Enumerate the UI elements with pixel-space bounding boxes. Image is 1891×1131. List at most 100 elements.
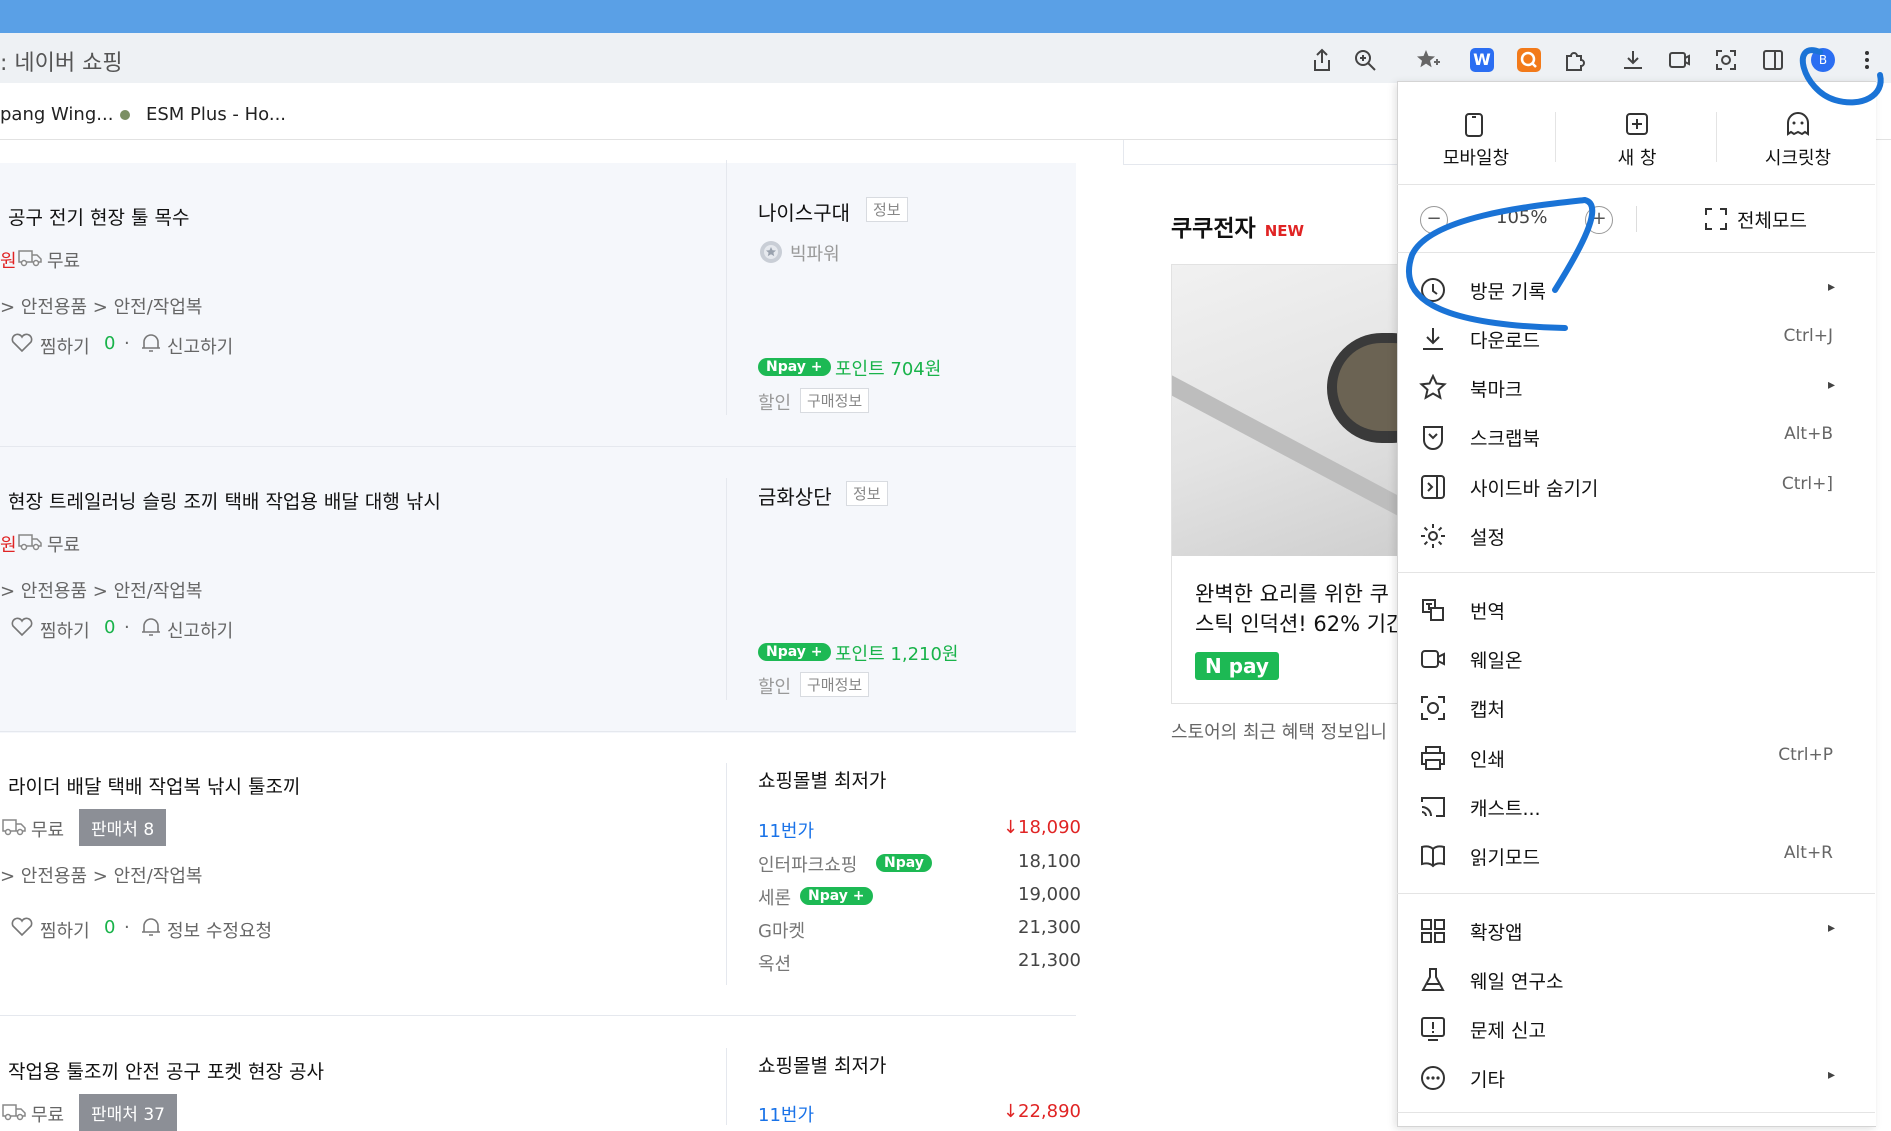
mall-name[interactable]: 세론 — [758, 884, 791, 910]
promo-text-line1: 완벽한 요리를 위한 쿠 — [1195, 582, 1389, 606]
address-bar[interactable] — [0, 33, 1891, 83]
mall-name[interactable]: 11번가 — [758, 817, 814, 843]
menu-item-extensions[interactable]: 확장앱 ▸ — [1397, 909, 1875, 953]
menu-item-report-issue[interactable]: 문제 신고 — [1397, 1007, 1875, 1051]
wish-label[interactable]: 찜하기 — [40, 917, 90, 943]
profile-avatar[interactable]: B — [1808, 45, 1838, 75]
mobile-window-icon[interactable] — [1462, 112, 1486, 142]
product-title[interactable]: 라이더 배달 택배 작업복 낚시 툴조끼 — [8, 772, 300, 799]
mall-name[interactable]: 옥션 — [758, 950, 791, 976]
product-title[interactable]: 공구 전기 현장 툴 목수 — [8, 203, 189, 230]
sidebar-toggle-icon[interactable] — [1758, 45, 1788, 75]
incognito-icon[interactable] — [1785, 112, 1811, 140]
menu-divider — [1397, 184, 1875, 185]
fullscreen-icon[interactable] — [1703, 206, 1729, 236]
report-icon — [1421, 1017, 1445, 1041]
menu-divider — [1716, 112, 1717, 162]
mall-price[interactable]: 21,300 — [1018, 917, 1081, 938]
menu-item-print[interactable]: 인쇄 Ctrl+P — [1397, 736, 1875, 780]
mall-price[interactable]: 22,890 — [1018, 1101, 1081, 1122]
menu-item-label: 캐스트... — [1470, 798, 1541, 820]
product-category[interactable]: > 안전용품 > 안전/작업복 — [0, 862, 202, 888]
zoom-in-icon[interactable] — [1350, 45, 1380, 75]
menu-item-shortcut: Alt+R — [1783, 843, 1833, 863]
heart-icon[interactable] — [10, 617, 34, 641]
menu-item-downloads[interactable]: 다운로드 Ctrl+J — [1397, 317, 1875, 361]
menu-item-settings[interactable]: 설정 — [1397, 514, 1875, 558]
menu-item-cast[interactable]: 캐스트... — [1397, 785, 1875, 829]
mall-price-header: 쇼핑몰별 최저가 — [758, 770, 887, 792]
report-link[interactable]: 신고하기 — [167, 617, 233, 643]
zoom-in-button[interactable]: + — [1585, 206, 1613, 234]
menu-item-label: 스크랩북 — [1470, 428, 1540, 450]
mall-price[interactable]: 21,300 — [1018, 950, 1081, 971]
price-fragment: 원 — [0, 251, 17, 272]
product-title[interactable]: 작업용 툴조끼 안전 공구 포켓 현장 공사 — [8, 1057, 324, 1084]
download-icon[interactable] — [1618, 45, 1648, 75]
menu-item-translate[interactable]: 번역 — [1397, 588, 1875, 632]
star-icon — [1419, 374, 1447, 400]
new-window-button[interactable]: 새 창 — [1598, 144, 1676, 170]
word-extension-icon[interactable]: W — [1467, 45, 1497, 75]
sellers-count-badge[interactable]: 판매처 8 — [79, 809, 167, 846]
bookmark-coupang-wing[interactable]: pang Wing... — [0, 104, 113, 125]
mall-name[interactable]: 인터파크쇼핑 — [758, 851, 857, 877]
menu-item-scrapbook[interactable]: 스크랩북 Alt+B — [1397, 415, 1875, 459]
promo-header[interactable]: 쿠쿠전자 NEW — [1171, 209, 1304, 243]
whale-on-icon[interactable] — [1664, 45, 1694, 75]
product-category[interactable]: > 안전용품 > 안전/작업복 — [0, 577, 202, 603]
mall-name[interactable]: 11번가 — [758, 1101, 814, 1127]
capture-icon[interactable] — [1711, 45, 1741, 75]
seller-name[interactable]: 금화상단 — [758, 481, 832, 510]
promo-product-image[interactable] — [1172, 265, 1401, 556]
sellers-count-badge[interactable]: 판매처 37 — [79, 1094, 177, 1131]
seller-info-tag[interactable]: 정보 — [846, 481, 888, 506]
bell-icon[interactable] — [140, 617, 162, 641]
menu-item-history[interactable]: 방문 기록 ▸ — [1397, 268, 1875, 312]
new-window-icon[interactable] — [1625, 112, 1649, 140]
promo-text-line2: 스틱 인덕션! 62% 기간 — [1195, 612, 1406, 636]
menu-item-whale-on[interactable]: 웨일온 — [1397, 637, 1875, 681]
menu-item-hide-sidebar[interactable]: 사이드바 숨기기 Ctrl+] — [1397, 465, 1875, 509]
zoom-out-button[interactable]: − — [1420, 206, 1448, 234]
menu-item-label: 확장앱 — [1470, 922, 1523, 944]
share-icon[interactable] — [1307, 45, 1337, 75]
menu-item-whale-lab[interactable]: 웨일 연구소 — [1397, 958, 1875, 1002]
menu-item-capture[interactable]: 캡처 — [1397, 686, 1875, 730]
address-text[interactable]: : 네이버 쇼핑 — [0, 45, 123, 77]
mobile-window-button[interactable]: 모바일창 — [1437, 144, 1515, 170]
wish-label[interactable]: 찜하기 — [40, 617, 90, 643]
edit-request-link[interactable]: 정보 수정요청 — [167, 917, 272, 943]
seller-name[interactable]: 나이스구대 — [758, 197, 850, 226]
mall-price[interactable]: 19,000 — [1018, 884, 1081, 905]
search-extension-icon[interactable] — [1514, 45, 1544, 75]
product-category[interactable]: > 안전용품 > 안전/작업복 — [0, 293, 202, 319]
wish-label[interactable]: 찜하기 — [40, 333, 90, 359]
sidebar-hide-icon — [1421, 475, 1445, 499]
bell-icon[interactable] — [140, 333, 162, 357]
heart-icon[interactable] — [10, 917, 34, 941]
report-link[interactable]: 신고하기 — [167, 333, 233, 359]
product-title[interactable]: 현장 트레일러닝 슬링 조끼 택배 작업용 배달 대행 낚시 — [8, 487, 441, 514]
fullscreen-button[interactable]: 전체모드 — [1737, 206, 1807, 233]
incognito-window-button[interactable]: 시크릿창 — [1752, 144, 1844, 170]
purchase-info-tag[interactable]: 구매정보 — [800, 672, 870, 697]
seller-info-tag[interactable]: 정보 — [866, 197, 908, 222]
bookmark-star-icon[interactable] — [1414, 45, 1444, 75]
menu-item-bookmarks[interactable]: 북마크 ▸ — [1397, 366, 1875, 410]
bookmark-esm-plus[interactable]: ESM Plus - Ho... — [146, 104, 286, 125]
mall-name[interactable]: G마켓 — [758, 917, 805, 943]
menu-item-shortcut: Ctrl+P — [1778, 745, 1833, 765]
purchase-info-tag[interactable]: 구매정보 — [800, 388, 870, 413]
menu-item-reading-mode[interactable]: 읽기모드 Alt+R — [1397, 834, 1875, 878]
more-menu-icon[interactable] — [1852, 45, 1882, 75]
mall-price[interactable]: 18,090 — [1018, 817, 1081, 838]
bell-icon[interactable] — [140, 917, 162, 941]
mall-price[interactable]: 18,100 — [1018, 851, 1081, 872]
store-name[interactable]: 쿠쿠전자 — [1171, 216, 1256, 242]
video-call-icon — [1421, 650, 1445, 668]
heart-icon[interactable] — [10, 333, 34, 357]
dot-separator: · — [124, 617, 130, 638]
extensions-puzzle-icon[interactable] — [1560, 45, 1590, 75]
menu-item-more[interactable]: 기타 ▸ — [1397, 1056, 1875, 1100]
